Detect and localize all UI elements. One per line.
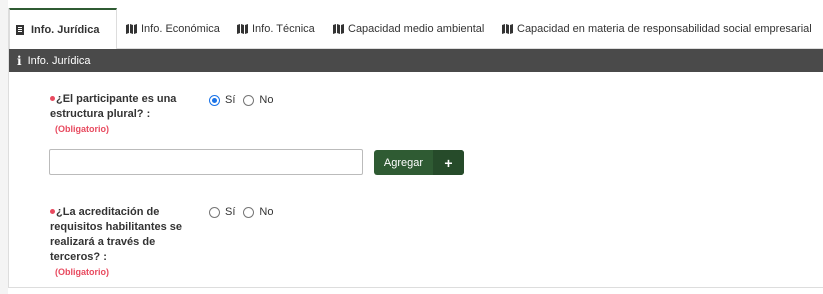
- tab-capacidad-rse[interactable]: Capacidad en materia de responsabilidad …: [502, 8, 812, 49]
- map-icon: [126, 23, 137, 34]
- plus-icon: +: [433, 150, 464, 175]
- radio-no[interactable]: No: [243, 206, 273, 218]
- radio-no[interactable]: No: [243, 94, 273, 106]
- question-third-party-label: ¿La acreditación de requisitos habilitan…: [50, 206, 183, 263]
- tab-bar: Info. Jurídica Info. Económica Info. Téc…: [9, 8, 823, 50]
- page-left-strip: [0, 0, 8, 294]
- radio-button[interactable]: [209, 94, 220, 106]
- radio-si[interactable]: Sí: [209, 94, 235, 106]
- map-icon: [333, 23, 344, 34]
- required-text: (Obligatorio): [55, 267, 109, 277]
- required-dot: [50, 95, 55, 101]
- add-button[interactable]: Agregar +: [374, 150, 464, 175]
- radio-button[interactable]: [243, 94, 255, 106]
- third-party-radio-group: Sí No: [209, 206, 275, 218]
- tab-capacidad-ambiental[interactable]: Capacidad medio ambiental: [333, 8, 484, 49]
- radio-button[interactable]: [243, 206, 255, 218]
- tab-info-economica[interactable]: Info. Económica: [126, 8, 220, 49]
- radio-button[interactable]: [209, 206, 220, 218]
- map-icon: [502, 23, 513, 34]
- tab-label: Info. Jurídica: [31, 23, 100, 36]
- tab-info-tecnica[interactable]: Info. Técnica: [237, 8, 315, 49]
- required-dot: [50, 208, 55, 214]
- tab-label: Capacidad en materia de responsabilidad …: [517, 22, 812, 35]
- question-plural-structure-label: ¿El participante es una estructura plura…: [50, 93, 177, 120]
- map-icon: [237, 23, 248, 34]
- panel-title: Info. Jurídica: [27, 54, 91, 67]
- tab-label: Info. Técnica: [252, 22, 315, 35]
- add-button-label: Agregar: [383, 156, 424, 169]
- participant-input[interactable]: [49, 149, 363, 175]
- tab-info-juridica[interactable]: Info. Jurídica: [9, 8, 117, 50]
- tab-label: Capacidad medio ambiental: [348, 22, 485, 35]
- document-icon: [16, 24, 24, 35]
- tab-label: Info. Económica: [141, 22, 220, 35]
- info-icon: i: [17, 53, 22, 68]
- legal-info-panel: Info. Jurídica Info. Económica Info. Téc…: [8, 8, 823, 288]
- required-text: (Obligatorio): [55, 124, 109, 134]
- plural-structure-radio-group: Sí No: [209, 94, 275, 106]
- radio-si[interactable]: Sí: [209, 206, 235, 218]
- panel-header: i Info. Jurídica: [9, 49, 823, 72]
